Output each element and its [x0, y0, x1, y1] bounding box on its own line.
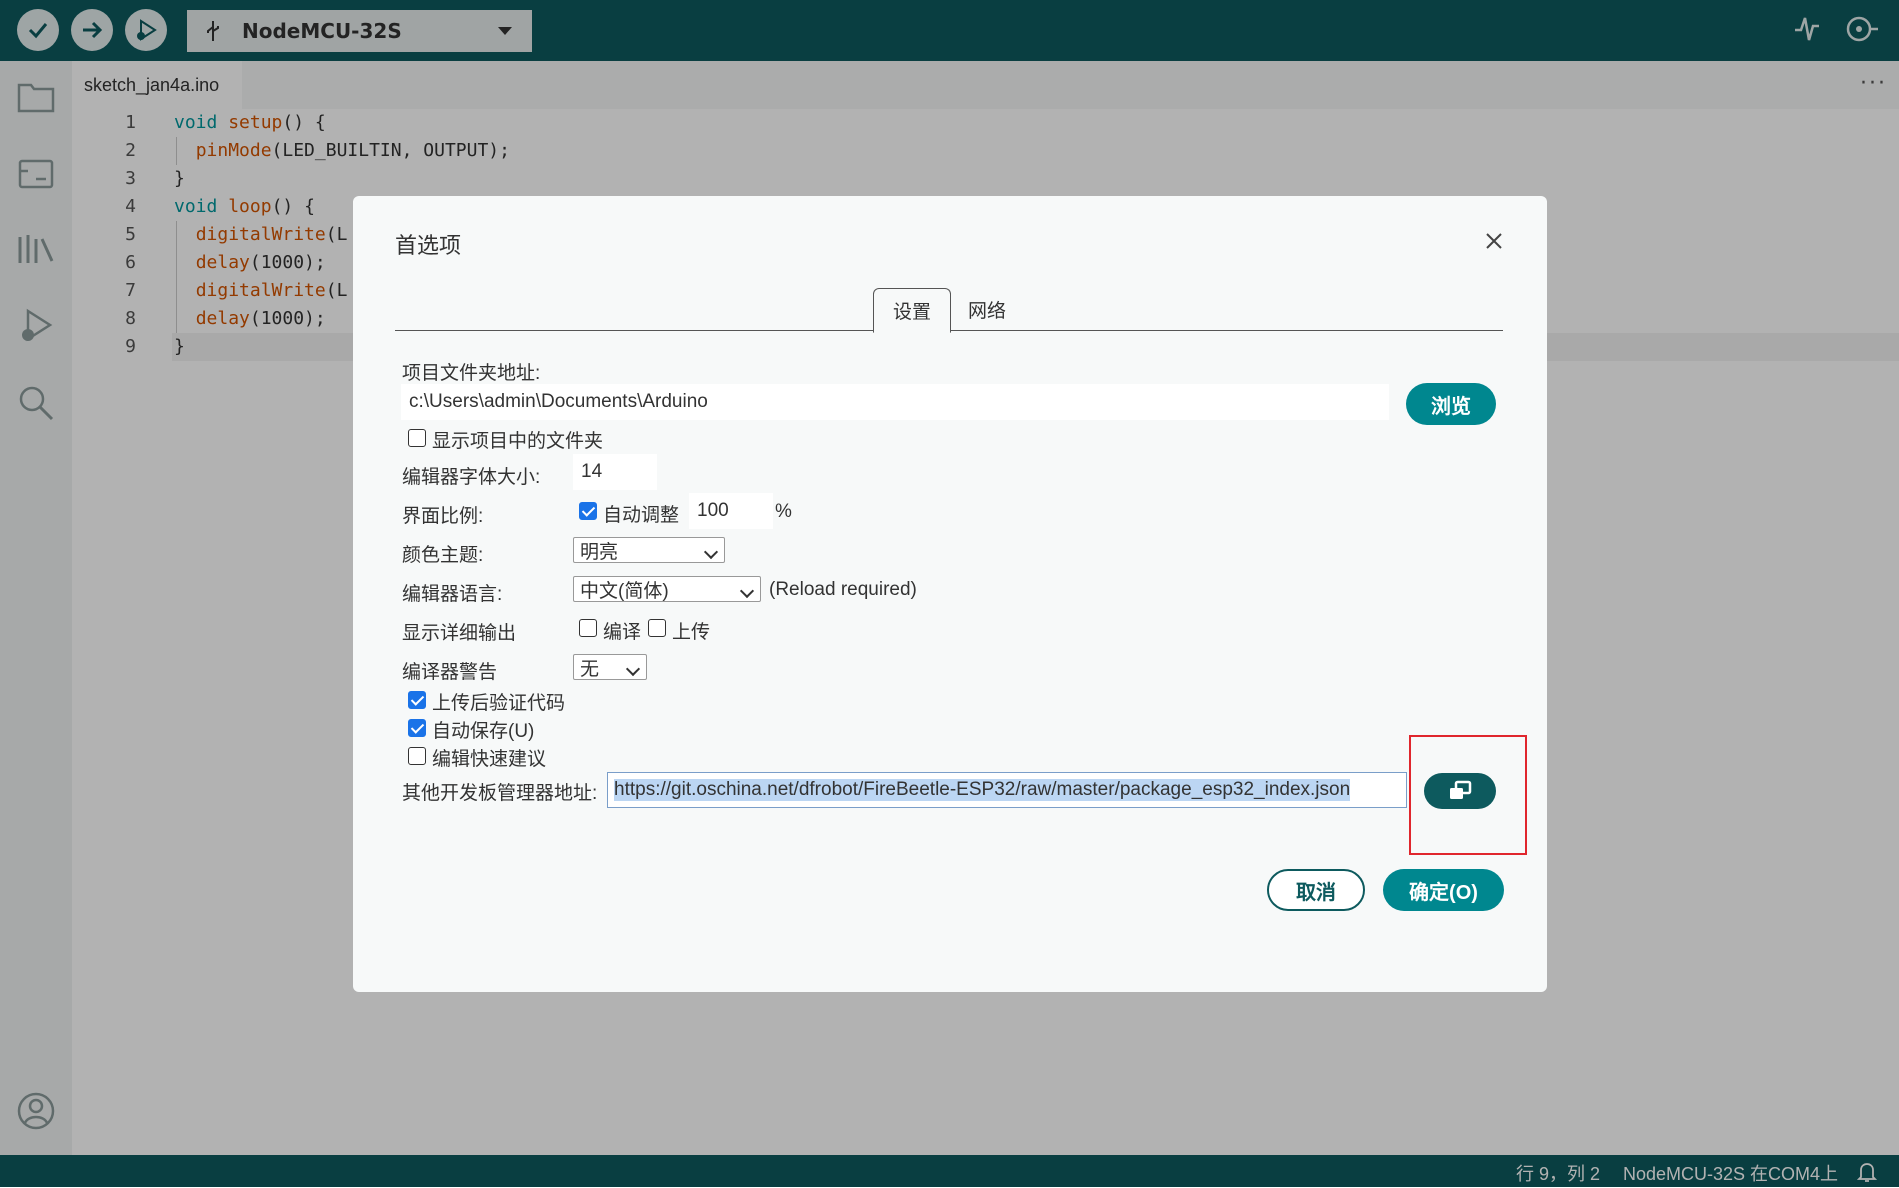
warnings-label: 编译器警告	[402, 662, 498, 683]
quick-suggestions-label: 编辑快速建议	[432, 749, 547, 770]
auto-scale-label: 自动调整	[603, 505, 680, 526]
warnings-value: 无	[580, 658, 600, 680]
chevron-down-icon	[739, 583, 755, 599]
quick-suggestions-checkbox[interactable]	[408, 747, 426, 765]
sketchbook-path-input[interactable]: c:\Users\admin\Documents\Arduino	[401, 384, 1389, 420]
verify-after-upload-checkbox[interactable]	[408, 691, 426, 709]
font-size-label: 编辑器字体大小:	[402, 467, 541, 488]
cancel-button[interactable]: 取消	[1267, 869, 1365, 911]
reload-note: (Reload required)	[769, 579, 917, 600]
verbose-compile-checkbox[interactable]	[579, 619, 597, 637]
board-urls-value: https://git.oschina.net/dfrobot/FireBeet…	[614, 779, 1351, 801]
theme-value: 明亮	[580, 541, 619, 563]
highlight-annotation	[1409, 735, 1527, 855]
auto-scale-checkbox[interactable]	[579, 502, 597, 520]
font-size-input[interactable]: 14	[573, 454, 657, 490]
sketchbook-label: 项目文件夹地址:	[402, 363, 541, 384]
theme-label: 颜色主题:	[402, 545, 484, 566]
scale-unit: %	[775, 501, 792, 522]
warnings-select[interactable]: 无	[573, 654, 647, 680]
chevron-down-icon	[625, 661, 641, 677]
show-files-checkbox[interactable]	[408, 429, 426, 447]
scale-label: 界面比例:	[402, 506, 484, 527]
scale-input[interactable]: 100	[689, 493, 773, 529]
dialog-title: 首选项	[395, 233, 462, 258]
auto-save-label: 自动保存(U)	[432, 721, 535, 742]
theme-select[interactable]: 明亮	[573, 537, 725, 563]
tab-settings[interactable]: 设置	[873, 288, 951, 333]
verify-after-upload-label: 上传后验证代码	[432, 693, 566, 714]
ok-button[interactable]: 确定(O)	[1383, 869, 1504, 911]
board-urls-label: 其他开发板管理器地址:	[402, 783, 598, 804]
verbose-upload-checkbox[interactable]	[648, 619, 666, 637]
verbose-label: 显示详细输出	[402, 623, 517, 644]
language-select[interactable]: 中文(简体)	[573, 576, 761, 602]
show-files-label: 显示项目中的文件夹	[432, 431, 604, 452]
auto-save-checkbox[interactable]	[408, 719, 426, 737]
browse-button[interactable]: 浏览	[1406, 383, 1496, 425]
language-label: 编辑器语言:	[402, 584, 503, 605]
tab-network[interactable]: 网络	[957, 288, 1017, 330]
verbose-upload-label: 上传	[672, 622, 711, 643]
close-icon[interactable]	[1481, 228, 1507, 254]
language-value: 中文(简体)	[580, 580, 669, 602]
verbose-compile-label: 编译	[603, 622, 642, 643]
preferences-dialog: 首选项 设置 网络 项目文件夹地址: c:\Users\admin\Docume…	[353, 196, 1547, 992]
chevron-down-icon	[703, 544, 719, 560]
board-urls-input[interactable]: https://git.oschina.net/dfrobot/FireBeet…	[607, 772, 1407, 808]
